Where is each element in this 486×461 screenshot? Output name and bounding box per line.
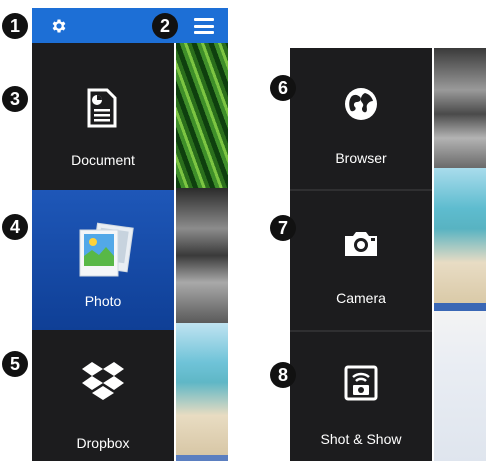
- left-panel: Document Photo Dropbox: [32, 8, 228, 461]
- menu-icon[interactable]: [194, 18, 214, 34]
- menu-item-browser[interactable]: Browser: [290, 48, 432, 189]
- callout-6: 6: [270, 75, 296, 101]
- menu-label-shot-show: Shot & Show: [320, 431, 402, 447]
- menu-label-camera: Camera: [336, 290, 386, 306]
- background-image-beach: [434, 168, 486, 303]
- globe-icon: [345, 88, 377, 120]
- gear-icon[interactable]: [50, 17, 68, 35]
- background-image-desktop: [176, 455, 228, 461]
- background-image-pier: [176, 188, 228, 323]
- photo-icon: [79, 222, 134, 277]
- right-panel: Browser Camera Shot & Show: [290, 48, 486, 461]
- background-image-beach: [176, 323, 228, 455]
- callout-2: 2: [152, 13, 178, 39]
- screenshot-root: 1 2 3 4 5 6 7 8 Document Photo Dropbox B…: [0, 0, 486, 461]
- background-image-leaf: [176, 43, 228, 188]
- menu-item-shot-show[interactable]: Shot & Show: [290, 332, 432, 461]
- callout-4: 4: [2, 214, 28, 240]
- menu-label-browser: Browser: [335, 150, 387, 166]
- right-menu: Browser Camera Shot & Show: [290, 48, 432, 461]
- background-image-pier: [434, 48, 486, 168]
- left-menu: Document Photo Dropbox: [32, 43, 174, 461]
- callout-8: 8: [270, 362, 296, 388]
- camera-icon: [345, 232, 377, 256]
- menu-label-photo: Photo: [84, 293, 122, 309]
- menu-label-dropbox: Dropbox: [76, 435, 130, 451]
- callout-5: 5: [2, 351, 28, 377]
- callout-3: 3: [2, 86, 28, 112]
- shot-show-icon: [344, 365, 378, 401]
- menu-item-document[interactable]: Document: [32, 43, 174, 188]
- dropbox-icon: [82, 362, 124, 400]
- background-image-website: [434, 303, 486, 461]
- document-icon: [87, 88, 117, 128]
- top-bar: [32, 8, 228, 43]
- callout-7: 7: [270, 215, 296, 241]
- menu-label-document: Document: [71, 152, 135, 168]
- menu-item-camera[interactable]: Camera: [290, 191, 432, 330]
- menu-item-dropbox[interactable]: Dropbox: [32, 332, 174, 461]
- callout-1: 1: [2, 13, 28, 39]
- menu-item-photo[interactable]: Photo: [32, 190, 174, 330]
